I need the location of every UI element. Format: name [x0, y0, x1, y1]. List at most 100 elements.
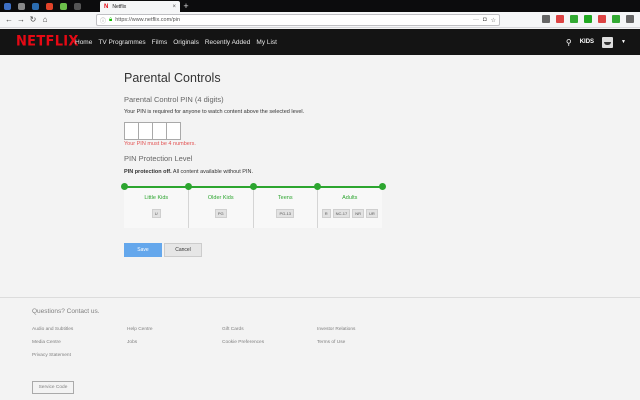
netflix-header: NETFLIX Home TV Programmes Films Originals R…	[0, 29, 640, 55]
footer-link-cookie-preferences[interactable]: Cookie Preferences	[222, 340, 264, 345]
pin-input-group	[124, 122, 181, 140]
footer-link-audio-and-subtitles[interactable]: Audio and Subtitles	[32, 327, 73, 332]
pinned-tab-favicon-icon	[59, 2, 67, 10]
caret-down-icon[interactable]: ▼	[621, 39, 626, 45]
pin-description: Your PIN is required for anyone to watch…	[124, 109, 305, 115]
toolbar-extension-icon-7[interactable]	[626, 15, 634, 23]
level-status: PIN protection off. All content availabl…	[124, 169, 253, 175]
footer-link-investor-relations[interactable]: Investor Relations	[317, 327, 355, 332]
footer-link-privacy-statement[interactable]: Privacy Statement	[32, 353, 71, 358]
level-ratings: PG	[189, 209, 254, 218]
search-icon[interactable]: ⚲	[566, 38, 572, 47]
tab-title: Netflix	[112, 3, 127, 10]
forward-icon[interactable]: →	[15, 15, 27, 24]
netflix-logo[interactable]: NETFLIX	[16, 33, 79, 50]
pin-error-message: Your PIN must be 4 numbers.	[124, 141, 196, 147]
save-button[interactable]: Save	[124, 243, 162, 257]
pocket-icon[interactable]: ◘	[483, 17, 487, 23]
footer-link-gift-cards[interactable]: Gift Cards	[222, 327, 244, 332]
slider-stop-3[interactable]	[249, 183, 257, 190]
slider-stop-5[interactable]	[378, 183, 386, 190]
rating-badge: R	[321, 209, 331, 218]
footer-link-media-centre[interactable]: Media Centre	[32, 340, 61, 345]
footer-link-help-centre[interactable]: Help Centre	[127, 327, 153, 332]
level-name: Older Kids	[207, 195, 234, 201]
bookmark-star-icon[interactable]: ☆	[491, 17, 496, 24]
url-bar[interactable]: ⓘ 🔒︎ https://www.netflix.com/pin ··· ◘ ☆	[96, 14, 500, 26]
rating-badge: PG-13	[276, 209, 295, 218]
nav-home[interactable]: Home	[75, 39, 92, 46]
level-ratings: R NC-17 NR UR	[318, 209, 383, 218]
toolbar-extension-icon-4[interactable]	[584, 15, 592, 23]
main-nav: Home TV Programmes Films Originals Recently …	[75, 29, 277, 55]
netflix-favicon-icon: N	[104, 3, 109, 10]
level-status-bold: PIN protection off.	[124, 169, 172, 175]
pin-digit-input-3[interactable]	[152, 122, 167, 140]
slider-stop-1[interactable]	[120, 183, 128, 190]
toolbar-extension-icon-6[interactable]	[612, 15, 620, 23]
kids-link[interactable]: KIDS	[580, 39, 594, 45]
pinned-tab-5[interactable]	[56, 0, 70, 12]
protection-level-slider[interactable]: Little Kids U Older Kids PG Teens PG-13 Adults…	[120, 183, 386, 233]
level-little-kids[interactable]: Little Kids U	[124, 195, 189, 218]
close-tab-icon[interactable]: ×	[172, 4, 176, 10]
level-ratings: PG-13	[253, 209, 318, 218]
nav-my-list[interactable]: My List	[256, 39, 277, 46]
toolbar-extension-icon-5[interactable]	[598, 15, 606, 23]
level-name: Adults	[342, 195, 358, 201]
rating-badge: PG	[214, 209, 227, 218]
pinned-tab-favicon-icon	[45, 2, 53, 10]
level-heading: PIN Protection Level	[124, 154, 193, 163]
pinned-tab-2[interactable]	[14, 0, 28, 12]
tab-netflix[interactable]: N Netflix ×	[100, 1, 180, 12]
footer-link-jobs[interactable]: Jobs	[127, 340, 137, 345]
page-actions-icon[interactable]: ···	[473, 17, 479, 23]
toolbar-extension-icon-1[interactable]	[542, 15, 550, 23]
service-code-button[interactable]: Service Code	[32, 381, 74, 394]
slider-stop-4[interactable]	[314, 183, 321, 190]
cancel-button[interactable]: Cancel	[164, 243, 202, 257]
pinned-tab-3[interactable]	[28, 0, 42, 12]
lock-icon[interactable]: 🔒︎	[109, 17, 112, 24]
info-icon[interactable]: ⓘ	[100, 16, 106, 25]
toolbar-extension-icon-3[interactable]	[570, 15, 578, 23]
browser-toolbar-icons	[542, 15, 634, 23]
pinned-tab-1[interactable]	[0, 0, 14, 12]
rating-badge: UR	[365, 209, 378, 218]
nav-films[interactable]: Films	[152, 39, 168, 46]
pinned-tab-favicon-icon	[17, 2, 25, 10]
level-ratings: U	[124, 209, 189, 218]
pin-heading: Parental Control PIN (4 digits)	[124, 95, 224, 104]
pinned-tab-6[interactable]	[70, 0, 84, 12]
reload-icon[interactable]: ↻	[27, 15, 39, 24]
level-teens[interactable]: Teens PG-13	[253, 195, 318, 218]
level-status-rest: All content available without PIN.	[171, 169, 253, 175]
rating-badge: U	[151, 209, 161, 218]
level-name: Teens	[277, 195, 293, 201]
contact-link[interactable]: Questions? Contact us.	[32, 308, 100, 315]
level-adults[interactable]: Adults R NC-17 NR UR	[318, 195, 383, 218]
footer-link-terms-of-use[interactable]: Terms of Use	[317, 340, 345, 345]
browser-nav-bar: ← → ↻ ⌂ ⓘ 🔒︎ https://www.netflix.com/pin…	[0, 12, 640, 28]
back-icon[interactable]: ←	[3, 15, 15, 24]
header-right: ⚲ KIDS ▼	[566, 29, 626, 55]
level-name: Little Kids	[144, 195, 169, 201]
nav-recently-added[interactable]: Recently Added	[205, 39, 251, 46]
level-older-kids[interactable]: Older Kids PG	[189, 195, 254, 218]
toolbar-extension-icon-2[interactable]	[556, 15, 564, 23]
avatar[interactable]	[602, 36, 614, 48]
footer: Questions? Contact us. Service Code Audi…	[0, 297, 640, 400]
nav-originals[interactable]: Originals	[173, 39, 199, 46]
rating-badge: NR	[352, 209, 364, 218]
pinned-tab-4[interactable]	[42, 0, 56, 12]
pin-digit-input-4[interactable]	[166, 122, 181, 140]
pinned-tabs	[0, 0, 84, 12]
slider-stop-2[interactable]	[185, 183, 192, 190]
nav-tv-programmes[interactable]: TV Programmes	[98, 39, 145, 46]
new-tab-button[interactable]: +	[181, 0, 191, 12]
pinned-tab-favicon-icon	[73, 2, 81, 10]
browser-tab-bar: N Netflix × +	[0, 0, 640, 12]
home-icon[interactable]: ⌂	[39, 15, 51, 24]
pin-digit-input-2[interactable]	[138, 122, 153, 140]
pin-digit-input-1[interactable]	[124, 122, 139, 140]
